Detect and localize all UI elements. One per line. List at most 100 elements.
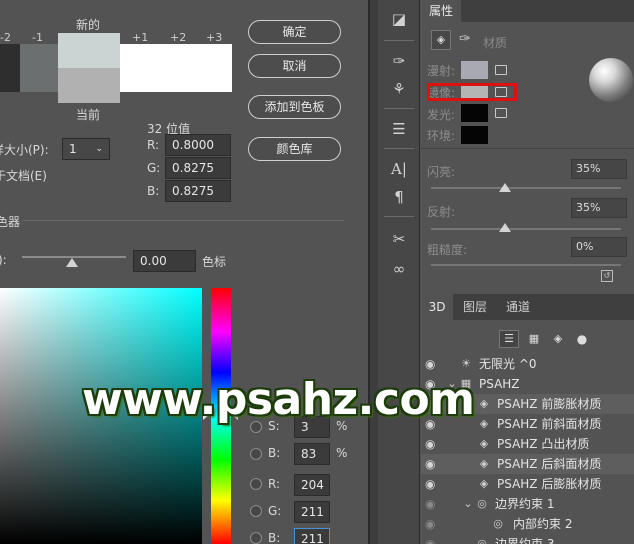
material-filter-icon[interactable]: ◈ — [549, 330, 567, 348]
diffuse-color-swatch[interactable] — [461, 61, 488, 79]
scene-filter-icon[interactable]: ☰ — [499, 330, 519, 348]
list-item[interactable]: ◉ ◈ PSAHZ 后膨胀材质 — [421, 474, 634, 494]
layer-name: PSAHZ 前膨胀材质 — [497, 397, 602, 411]
blue-field[interactable]: 211 — [294, 528, 330, 544]
cancel-button[interactable]: 取消 — [248, 54, 341, 78]
layer-name: 边界约束 3 — [495, 537, 555, 544]
character-icon[interactable]: A| — [386, 158, 412, 180]
tab-channels[interactable]: 通道 — [503, 294, 533, 320]
layer-name: PSAHZ 凸出材质 — [497, 437, 590, 451]
material-icon: ◈ — [479, 417, 489, 430]
r-field[interactable]: 204 — [294, 474, 330, 496]
paragraph-icon[interactable]: ¶ — [386, 186, 412, 208]
reflection-field[interactable]: 35% — [571, 198, 627, 218]
reflection-slider-track[interactable] — [431, 228, 621, 230]
glow-color-swatch[interactable] — [461, 104, 488, 122]
eye-icon[interactable]: ◉ — [425, 538, 441, 544]
folder-icon[interactable] — [495, 65, 507, 75]
material-icon: ◈ — [479, 397, 489, 410]
sample-doc-label: 于文档(E) — [0, 169, 47, 183]
roughness-field[interactable]: 0% — [571, 237, 627, 257]
float-r-field[interactable]: 0.8000 — [165, 134, 231, 156]
brush-preset-icon[interactable]: ✑ — [386, 50, 412, 72]
color-libraries-button[interactable]: 颜色库 — [248, 137, 341, 161]
ok-button[interactable]: 确定 — [248, 20, 341, 44]
eye-icon[interactable]: ◉ — [425, 358, 441, 370]
shine-slider-track[interactable] — [431, 187, 621, 189]
eye-icon[interactable]: ◉ — [425, 458, 441, 470]
tab-properties[interactable]: 属性 — [421, 0, 461, 22]
adjust-icon[interactable]: ◪ — [386, 8, 412, 30]
step-label: -2 — [0, 31, 11, 44]
ambient-label: 环境: — [427, 129, 456, 143]
add-to-swatches-button[interactable]: 添加到色板 — [248, 95, 341, 119]
list-item[interactable]: ◉ ◈ PSAHZ 后斜面材质 — [421, 454, 634, 474]
r-label: R: — [268, 477, 281, 491]
material-mode-icon[interactable]: ◈ — [431, 30, 451, 50]
list-item[interactable]: ◉ ◎ 内部约束 2 — [421, 514, 634, 534]
float-g-field[interactable]: 0.8275 — [165, 157, 231, 179]
folder-icon[interactable] — [495, 108, 507, 118]
layer-name: PSAHZ 后斜面材质 — [497, 457, 602, 471]
b-field[interactable]: 83 — [294, 443, 330, 465]
roughness-slider-track[interactable] — [431, 264, 621, 266]
icon-bar-separator — [384, 148, 414, 149]
step-swatch[interactable] — [0, 44, 20, 92]
eye-icon[interactable]: ◉ — [425, 438, 441, 450]
clone-source-icon[interactable]: ☰ — [386, 118, 412, 140]
radio-g[interactable] — [250, 505, 262, 517]
sun-icon: ☀ — [461, 357, 471, 370]
list-item[interactable]: ◉ ☀ 无限光 ^0 — [421, 354, 634, 374]
brush-icon[interactable]: ✑ — [459, 31, 471, 47]
step-swatch[interactable] — [20, 44, 58, 92]
panel-icon-bar: ◪ ✑ ⚘ ☰ A| ¶ ✂ ∞ — [378, 0, 420, 290]
watermark: www.psahz.com — [82, 374, 475, 425]
material-preview-sphere[interactable] — [589, 58, 633, 102]
current-color-label: 当前 — [76, 108, 101, 122]
b-label: B: — [268, 446, 281, 460]
layer-name: PSAHZ 前斜面材质 — [497, 417, 602, 431]
layer-name: 内部约束 2 — [513, 517, 573, 531]
reflection-slider-thumb[interactable] — [499, 223, 511, 232]
float-b-field[interactable]: 0.8275 — [165, 180, 231, 202]
constraint-icon: ◎ — [477, 497, 487, 510]
sample-size-value: 1 — [69, 142, 77, 156]
reset-icon[interactable]: ↺ — [601, 270, 613, 282]
list-item[interactable]: ◉ ◎ 边界约束 3 — [421, 534, 634, 544]
tool-presets-icon[interactable]: ✂ — [386, 228, 412, 250]
light-filter-icon[interactable]: ● — [573, 330, 591, 348]
current-color-swatch[interactable] — [58, 68, 120, 103]
chevron-down-icon[interactable]: ⌄ — [461, 497, 475, 511]
sample-size-select[interactable]: 1 ⌄ — [62, 138, 110, 160]
panel-divider — [370, 0, 378, 544]
layers-tab-bar: 3D 图层 通道 — [421, 294, 634, 320]
float-g-label: G: — [147, 161, 161, 175]
tab-layers[interactable]: 图层 — [461, 294, 489, 320]
ambient-color-swatch[interactable] — [461, 126, 488, 144]
properties-panel: 属性 ◈ ✑ 材质 漫射: 镜像: 发光: 环境: 闪亮: 35% 反射: 35… — [421, 0, 634, 290]
radio-blue[interactable] — [250, 532, 262, 544]
radio-b[interactable] — [250, 448, 262, 460]
g-field[interactable]: 211 — [294, 501, 330, 523]
float-b-label: B: — [147, 184, 160, 198]
eye-icon[interactable]: ◉ — [425, 478, 441, 490]
list-item[interactable]: ◉ ⌄ ◎ 边界约束 1 — [421, 494, 634, 514]
step-label: +1 — [132, 31, 149, 44]
mesh-filter-icon[interactable]: ▦ — [525, 330, 543, 348]
icon-bar-separator — [384, 108, 414, 109]
radio-r[interactable] — [250, 478, 262, 490]
brush-settings-icon[interactable]: ⚘ — [386, 78, 412, 100]
list-item[interactable]: ◉ ◈ PSAHZ 凸出材质 — [421, 434, 634, 454]
creative-cloud-icon[interactable]: ∞ — [386, 258, 412, 280]
eye-icon[interactable]: ◉ — [425, 498, 441, 510]
opacity-field[interactable]: 0.00 — [133, 250, 196, 272]
step-swatch[interactable] — [120, 44, 232, 92]
shine-slider-thumb[interactable] — [499, 183, 511, 192]
material-icon: ◈ — [479, 437, 489, 450]
material-icon: ◈ — [479, 457, 489, 470]
shine-field[interactable]: 35% — [571, 159, 627, 179]
tab-3d[interactable]: 3D — [421, 294, 453, 320]
opacity-label: ): — [0, 253, 7, 267]
eye-icon[interactable]: ◉ — [425, 518, 441, 530]
opacity-slider-thumb[interactable] — [66, 258, 78, 267]
